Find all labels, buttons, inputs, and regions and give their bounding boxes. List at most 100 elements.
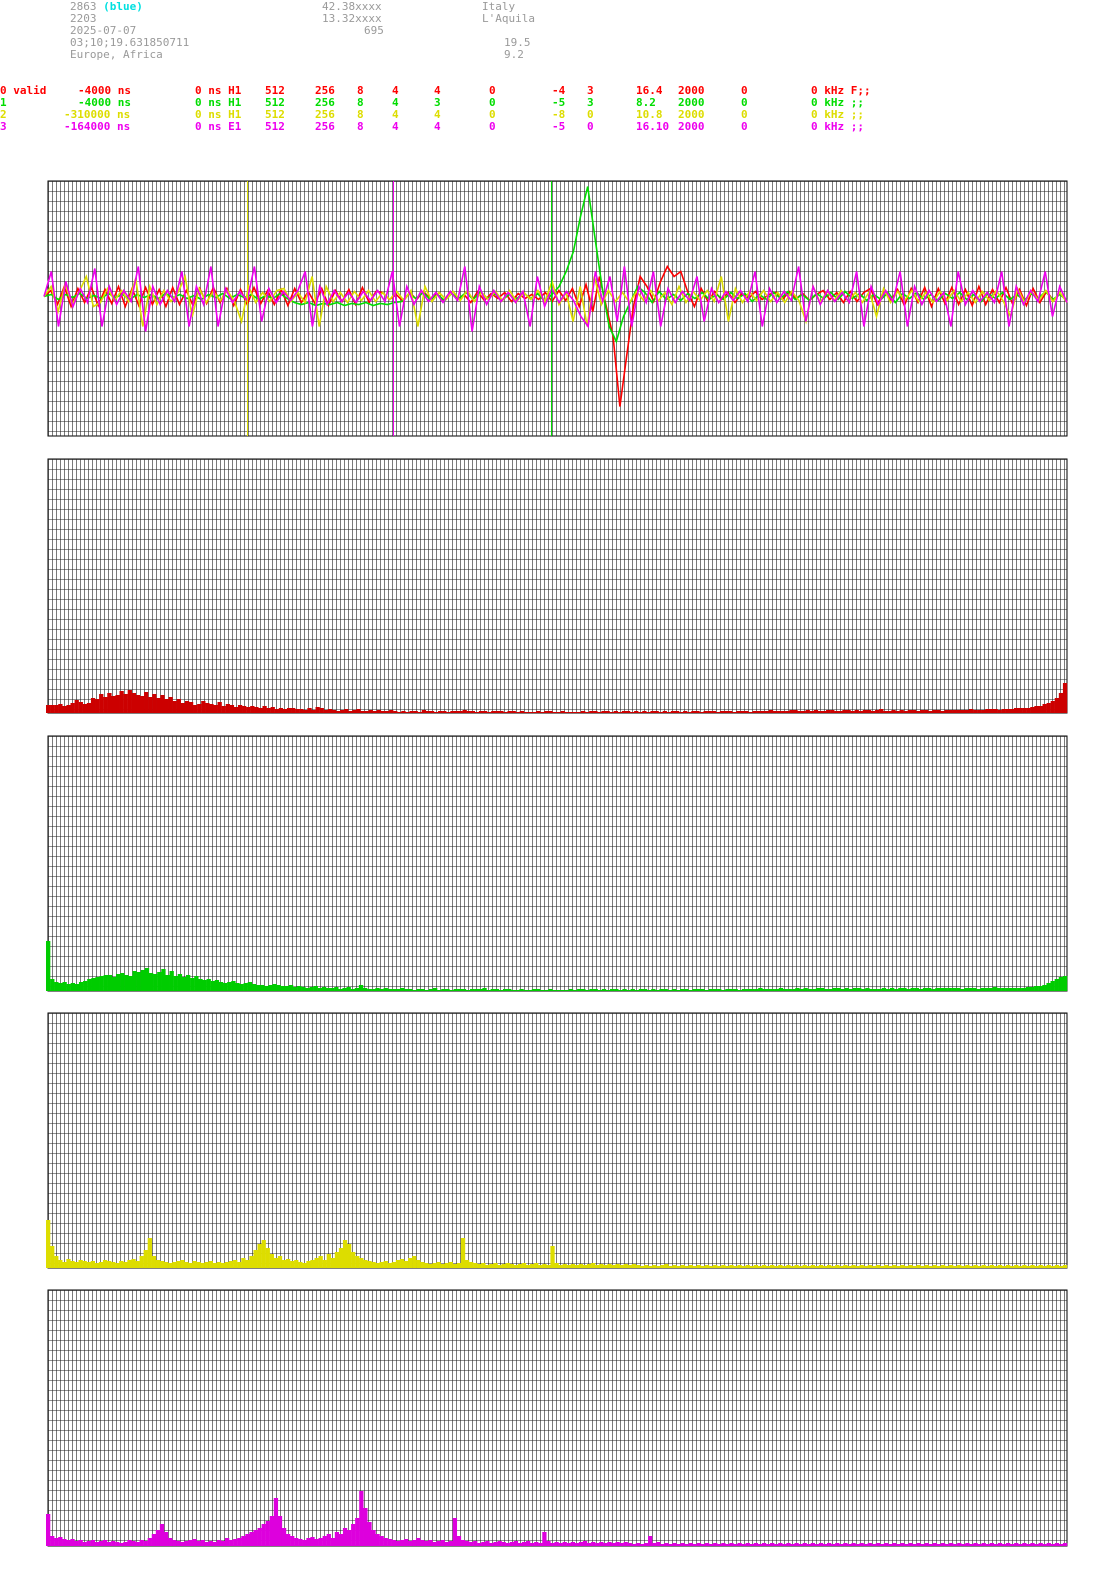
spectrum-1-bar [247, 982, 253, 991]
spectrum-1-bar [498, 990, 504, 991]
spectrum-2-bar [477, 1264, 482, 1268]
spectrum-2-bar [920, 1266, 925, 1268]
spectrum-0-bar [429, 711, 435, 713]
spectrum-3-bar [725, 1544, 730, 1546]
spectrum-0-bar [193, 705, 198, 713]
spectrum-3-bar [574, 1543, 580, 1546]
spectrum-0-bar [662, 711, 667, 713]
spectrum-2-bar [883, 1265, 889, 1268]
spectrum-1-bar [589, 989, 594, 991]
spectrum-2-bar [58, 1260, 63, 1268]
spectrum-0-bar [99, 694, 104, 713]
spectrum-3-bar [810, 1543, 815, 1546]
spectrum-1-bar [99, 976, 104, 991]
spectrum-1-bar [700, 989, 705, 991]
spectrum-1-bar [58, 983, 63, 991]
spectrum-1-bar [445, 989, 450, 991]
spectrum-2-bar [86, 1262, 91, 1268]
spectrum-3-bar [814, 1544, 820, 1546]
spectrum-0-bar [103, 697, 108, 713]
spectrum-0-bar [772, 711, 778, 713]
spectrum-2-bar [676, 1266, 681, 1268]
spectrum-1-bar [651, 989, 656, 991]
spectrum-2-bar [330, 1258, 336, 1268]
spectrum-1-bar [190, 978, 195, 991]
spectrum-1-bar [470, 989, 475, 991]
spectrum-3-bar [717, 1544, 722, 1546]
spectrum-0-bar [172, 701, 177, 713]
spectrum-0-bar [303, 710, 308, 713]
spectrum-1-bar [577, 989, 582, 991]
spectrum-2-bar [696, 1265, 702, 1268]
spectrum-2-bar [505, 1263, 510, 1268]
spectrum-0-bar [723, 711, 729, 713]
spectrum-3-bar [322, 1536, 327, 1546]
spectrum-2-bar [538, 1265, 543, 1268]
spectrum-1-bar [622, 989, 627, 991]
spectrum-1-bar [284, 986, 290, 991]
spectrum-1-bar [363, 988, 368, 991]
spectrum-3-bar [944, 1544, 950, 1546]
spectrum-3-bar [595, 1543, 600, 1546]
spectrum-0-bar [605, 711, 610, 713]
spectrum-0-bar [413, 711, 418, 713]
spectrum-2-bar [123, 1262, 128, 1268]
spectrum-1-bar [811, 989, 817, 991]
spectrum-3-bar [70, 1539, 75, 1546]
spectrum-3-bar [867, 1543, 872, 1546]
spectrum-0-bar [560, 711, 565, 713]
spectrum-1-bar [243, 983, 248, 991]
spectrum-1-bar [914, 988, 919, 991]
spectrum-3-bar [233, 1539, 238, 1546]
spectrum-0-bar [111, 696, 116, 713]
spectrum-1-bar [153, 974, 158, 991]
spectrum-0-bar [266, 708, 271, 713]
spectrum-3-bar [831, 1544, 836, 1546]
spectrum-1-bar [437, 990, 442, 991]
spectrum-0-bar [221, 706, 226, 713]
spectrum-3-bar [208, 1541, 213, 1546]
spectrum-2-bar [798, 1266, 803, 1268]
spectrum-2-bar [318, 1256, 323, 1268]
spectrum-1-bar [680, 989, 685, 991]
spectrum-3-bar [997, 1543, 1003, 1546]
spectrum-0-bar [650, 711, 655, 713]
spectrum-1-bar [523, 990, 528, 991]
spectrum-0-bar [462, 710, 467, 713]
spectrum-2-bar [237, 1262, 242, 1268]
spectrum-0-bar [870, 711, 876, 713]
spectrum-1-bar [758, 988, 763, 991]
spectrum-2-bar [115, 1263, 120, 1268]
spectrum-0-bar [380, 711, 386, 713]
spectrum-2-bar [432, 1263, 437, 1268]
spectrum-1-bar [717, 989, 722, 991]
spectrum-1-bar [1029, 987, 1035, 991]
spectrum-0-bar [54, 705, 59, 713]
spectrum-1-bar [424, 990, 430, 991]
spectrum-0-bar [809, 711, 814, 713]
spectrum-3-bar [395, 1541, 401, 1546]
spectrum-3-bar [481, 1542, 486, 1546]
spectrum-0-bar [278, 708, 284, 713]
spectrum-1-bar [358, 985, 364, 991]
spectrum-2-bar [90, 1261, 96, 1268]
spectrum-3-bar [224, 1538, 230, 1546]
spectrum-2-bar [408, 1258, 413, 1268]
spectrum-1-bar [618, 990, 623, 991]
spectrum-0-bar [180, 703, 186, 713]
spectrum-3-bar [822, 1544, 828, 1546]
spectrum-3-bar [253, 1530, 258, 1546]
spectrum-3-bar [265, 1521, 270, 1546]
spectrum-2-bar [147, 1238, 152, 1268]
spectrum-0-bar [274, 709, 279, 713]
spectrum-0-bar [282, 709, 288, 713]
spectrum-0-bar [854, 710, 859, 713]
spectrum-0-bar [609, 712, 614, 713]
spectrum-2-bar [460, 1238, 466, 1268]
spectrum-0-bar [201, 701, 206, 713]
spectrum-1-bar [873, 989, 878, 991]
spectrum-2-bar [277, 1256, 283, 1268]
spectrum-1-bar [78, 982, 84, 991]
spectrum-2-bar [599, 1264, 604, 1268]
spectrum-3-bar [985, 1544, 990, 1546]
